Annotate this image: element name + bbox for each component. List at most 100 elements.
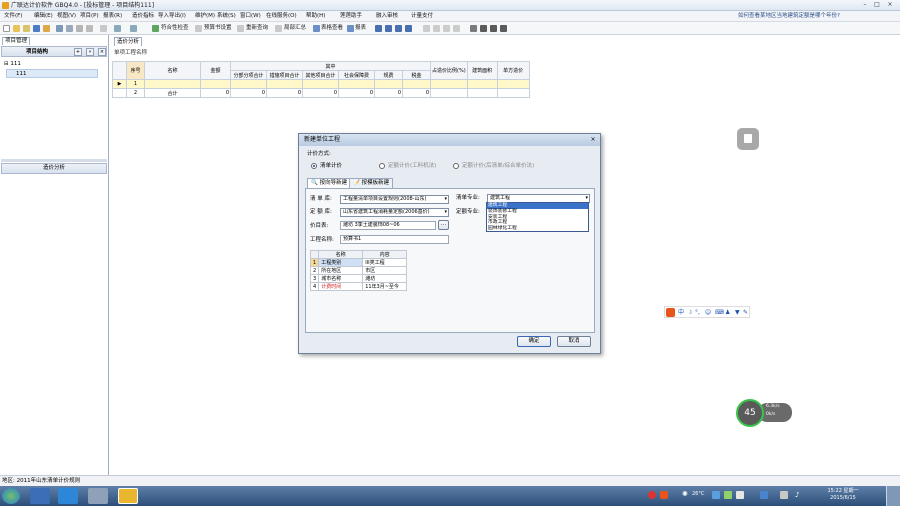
tray-app-icon[interactable]	[724, 491, 732, 499]
start-button[interactable]	[2, 488, 20, 504]
cut-icon[interactable]	[56, 25, 63, 32]
table-row[interactable]: ▶ 1	[112, 79, 530, 89]
radio-quota-composite[interactable]	[453, 163, 459, 169]
folder-icon[interactable]	[23, 25, 30, 32]
redo-icon[interactable]	[130, 25, 137, 32]
panel-splitter[interactable]	[1, 159, 107, 162]
dropdown-option[interactable]: 装饰装修工程	[487, 209, 588, 215]
move-down-icon[interactable]	[433, 25, 440, 32]
last-icon[interactable]	[405, 25, 412, 32]
menu-edit[interactable]: 编辑(E)	[34, 12, 53, 21]
paragraph-icon[interactable]	[490, 25, 497, 32]
query-icon[interactable]	[237, 25, 244, 32]
menu-online[interactable]: 在线服务(O)	[266, 12, 297, 21]
open-icon[interactable]	[13, 25, 20, 32]
tree-node-project[interactable]: ⊟ 111	[4, 60, 21, 68]
settings-icon[interactable]	[195, 25, 202, 32]
menu-review[interactable]: 融入审核	[376, 12, 398, 21]
radio-quota-labor[interactable]	[379, 163, 385, 169]
collapse-icon[interactable]: «	[86, 48, 94, 56]
function-icon[interactable]	[480, 25, 487, 32]
project-name-input[interactable]: 预算书1	[340, 235, 449, 244]
requery-button[interactable]: 重新查询	[246, 24, 268, 33]
dropdown-option[interactable]: 建筑工程	[487, 203, 588, 209]
tray-app-icon[interactable]	[712, 491, 720, 499]
close-button[interactable]: ×	[885, 1, 895, 9]
close-panel-icon[interactable]: ×	[98, 48, 106, 56]
tray-app-icon[interactable]	[736, 491, 744, 499]
prop-value[interactable]: 市区	[362, 266, 408, 275]
shirt-icon[interactable]: ▼	[735, 308, 740, 317]
explorer-icon[interactable]	[88, 488, 108, 504]
floating-tool-icon[interactable]	[737, 128, 759, 150]
tray-360-icon[interactable]	[648, 491, 656, 499]
tray-app-icon[interactable]	[760, 491, 768, 499]
menu-window[interactable]: 窗口(W)	[240, 12, 261, 21]
outdent-icon[interactable]	[453, 25, 460, 32]
help-notice-link[interactable]: 如何查看某地区当地建筑定额是哪个年份?	[738, 12, 840, 21]
ie-icon[interactable]	[58, 488, 78, 504]
cancel-button[interactable]: 取消	[557, 336, 591, 347]
tray-sogou-icon[interactable]	[660, 491, 668, 499]
quota-lib-select[interactable]: 山东省建筑工程消耗量定额(2006基价) ▾	[340, 208, 449, 217]
dialog-close-icon[interactable]: ×	[589, 136, 597, 144]
prev-icon[interactable]	[385, 25, 392, 32]
dropdown-option[interactable]: 园林绿化工程	[487, 226, 588, 232]
price-file-input[interactable]: 潍坊 3季土建装饰08~06	[340, 221, 436, 230]
ok-button[interactable]: 确定	[517, 336, 551, 347]
report-button[interactable]: 报表	[355, 24, 366, 33]
network-icon[interactable]	[780, 491, 788, 499]
menu-cost-index[interactable]: 造价指标	[132, 12, 154, 21]
menu-view[interactable]: 视图(V)	[57, 12, 76, 21]
delete-icon[interactable]	[100, 25, 107, 32]
indent-icon[interactable]	[443, 25, 450, 32]
tool-icon[interactable]	[500, 25, 507, 32]
compliance-check-button[interactable]: 符合性检查	[161, 24, 189, 33]
first-icon[interactable]	[375, 25, 382, 32]
tab-project-management[interactable]: 项目管理	[2, 37, 30, 45]
cell-name[interactable]	[144, 79, 201, 89]
add-icon[interactable]: +	[74, 48, 82, 56]
move-up-icon[interactable]	[423, 25, 430, 32]
undo-icon[interactable]	[114, 25, 121, 32]
menu-payment[interactable]: 计量支付	[411, 12, 433, 21]
format-icon[interactable]	[86, 25, 93, 32]
prop-value[interactable]: III类工程	[362, 258, 408, 267]
browse-button[interactable]: ...	[438, 220, 449, 230]
table-icon[interactable]	[313, 25, 320, 32]
prop-value[interactable]: 11年3月~至今	[362, 282, 408, 291]
menu-project[interactable]: 项目(P)	[80, 12, 99, 21]
radio-bill-pricing[interactable]	[311, 163, 317, 169]
report-icon[interactable]	[347, 25, 354, 32]
tab-cost-analysis[interactable]: 造价分析	[114, 37, 142, 46]
gbq-app-icon[interactable]	[118, 488, 138, 504]
menu-file[interactable]: 文件(F)	[4, 12, 22, 21]
menu-report[interactable]: 报表(R)	[103, 12, 122, 21]
menu-import-export[interactable]: 导入导出(I)	[158, 12, 186, 21]
prop-value[interactable]: 潍坊	[362, 274, 408, 283]
tree-node-unit[interactable]: 111	[16, 70, 27, 78]
keyboard-icon[interactable]: ⌨	[715, 308, 724, 317]
show-desktop-button[interactable]	[886, 486, 900, 506]
sogou-icon[interactable]	[666, 308, 675, 317]
menu-assistant[interactable]: 莲莲助手	[340, 12, 362, 21]
clock[interactable]: 15:22 星期一 2015/6/15	[812, 488, 874, 502]
cell-name[interactable]: 合计	[144, 88, 201, 98]
grid-icon[interactable]	[470, 25, 477, 32]
table-row[interactable]: 2 所在地区 市区	[309, 266, 408, 275]
maximize-button[interactable]: □	[872, 1, 882, 9]
menu-system[interactable]: 系统(S)	[217, 12, 236, 21]
user-icon[interactable]: ♟	[725, 308, 730, 317]
punct-icon[interactable]: °,	[695, 308, 700, 317]
wrench-icon[interactable]: ✎	[743, 308, 748, 317]
save-icon[interactable]	[33, 25, 40, 32]
weather-icon[interactable]: ✺	[682, 490, 688, 498]
save-as-icon[interactable]	[43, 25, 50, 32]
check-icon[interactable]	[152, 25, 159, 32]
budget-settings-button[interactable]: 预算书设置	[204, 24, 232, 33]
browser-360-icon[interactable]	[30, 488, 50, 504]
summary-icon[interactable]	[275, 25, 282, 32]
minimize-button[interactable]: –	[860, 1, 870, 9]
speed-widget[interactable]: 6.3k/s 0k/s 45	[736, 399, 792, 429]
ime-toolbar[interactable]: 中 ☽ °, ☺ ⌨ ♟ ▼ ✎	[664, 306, 750, 318]
